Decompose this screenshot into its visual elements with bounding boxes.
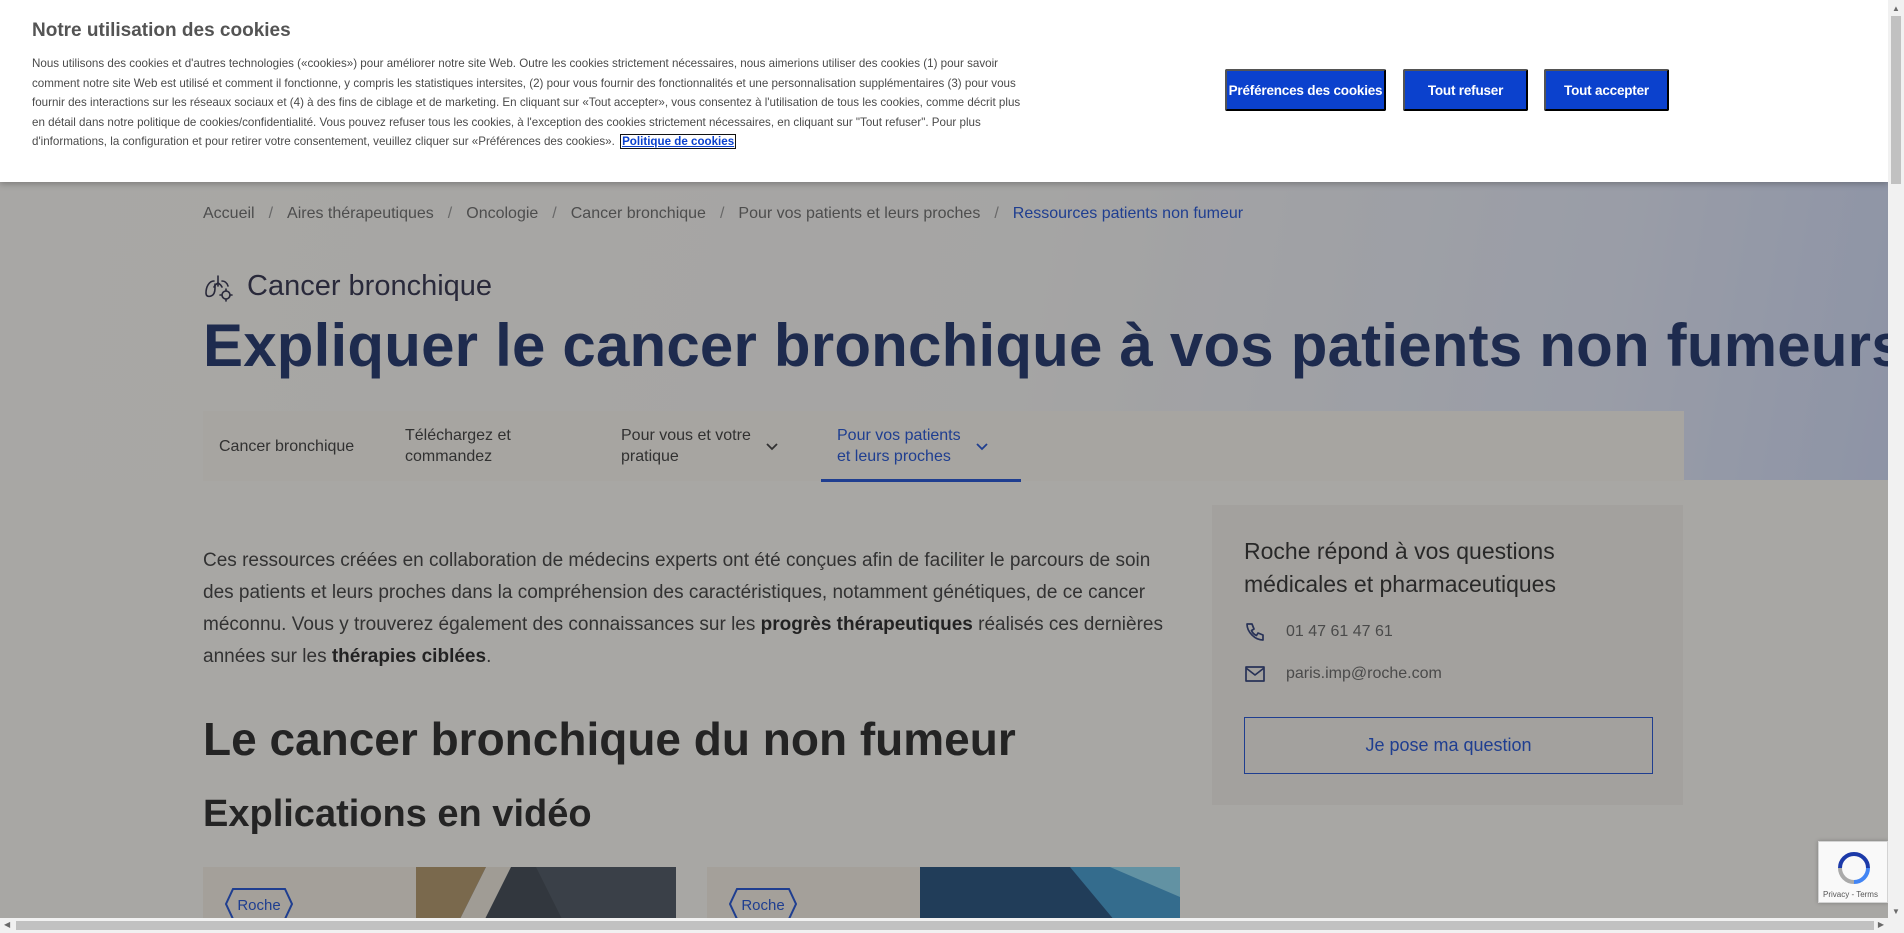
scroll-down-arrow-icon[interactable]: ▼ bbox=[1892, 907, 1900, 916]
reject-all-button[interactable]: Tout refuser bbox=[1403, 69, 1528, 111]
horizontal-scrollbar[interactable]: ◀ ▶ bbox=[0, 918, 1904, 933]
page: Accueil / Aires thérapeutiques / Oncolog… bbox=[0, 0, 1888, 918]
scroll-left-arrow-icon[interactable]: ◀ bbox=[4, 920, 10, 929]
horizontal-scrollbar-thumb[interactable] bbox=[16, 921, 1874, 930]
vertical-scrollbar[interactable]: ▲ ▼ bbox=[1888, 0, 1904, 918]
cookie-banner: Notre utilisation des cookies Nous utili… bbox=[0, 0, 1888, 182]
recaptcha-links[interactable]: Privacy - Terms bbox=[1823, 890, 1878, 899]
scroll-up-arrow-icon[interactable]: ▲ bbox=[1892, 4, 1900, 13]
cookie-banner-text: Nous utilisons des cookies et d'autres t… bbox=[32, 57, 1021, 150]
recaptcha-badge[interactable]: Privacy - Terms bbox=[1818, 841, 1888, 903]
cookie-preferences-button[interactable]: Préférences des cookies bbox=[1225, 69, 1386, 111]
vertical-scrollbar-thumb[interactable] bbox=[1891, 16, 1901, 184]
cookie-policy-link[interactable]: Politique de cookies bbox=[620, 134, 737, 150]
recaptcha-icon bbox=[1838, 852, 1870, 884]
cookie-banner-title: Notre utilisation des cookies bbox=[32, 20, 291, 41]
accept-all-button[interactable]: Tout accepter bbox=[1544, 69, 1669, 111]
scroll-right-arrow-icon[interactable]: ▶ bbox=[1878, 920, 1884, 929]
